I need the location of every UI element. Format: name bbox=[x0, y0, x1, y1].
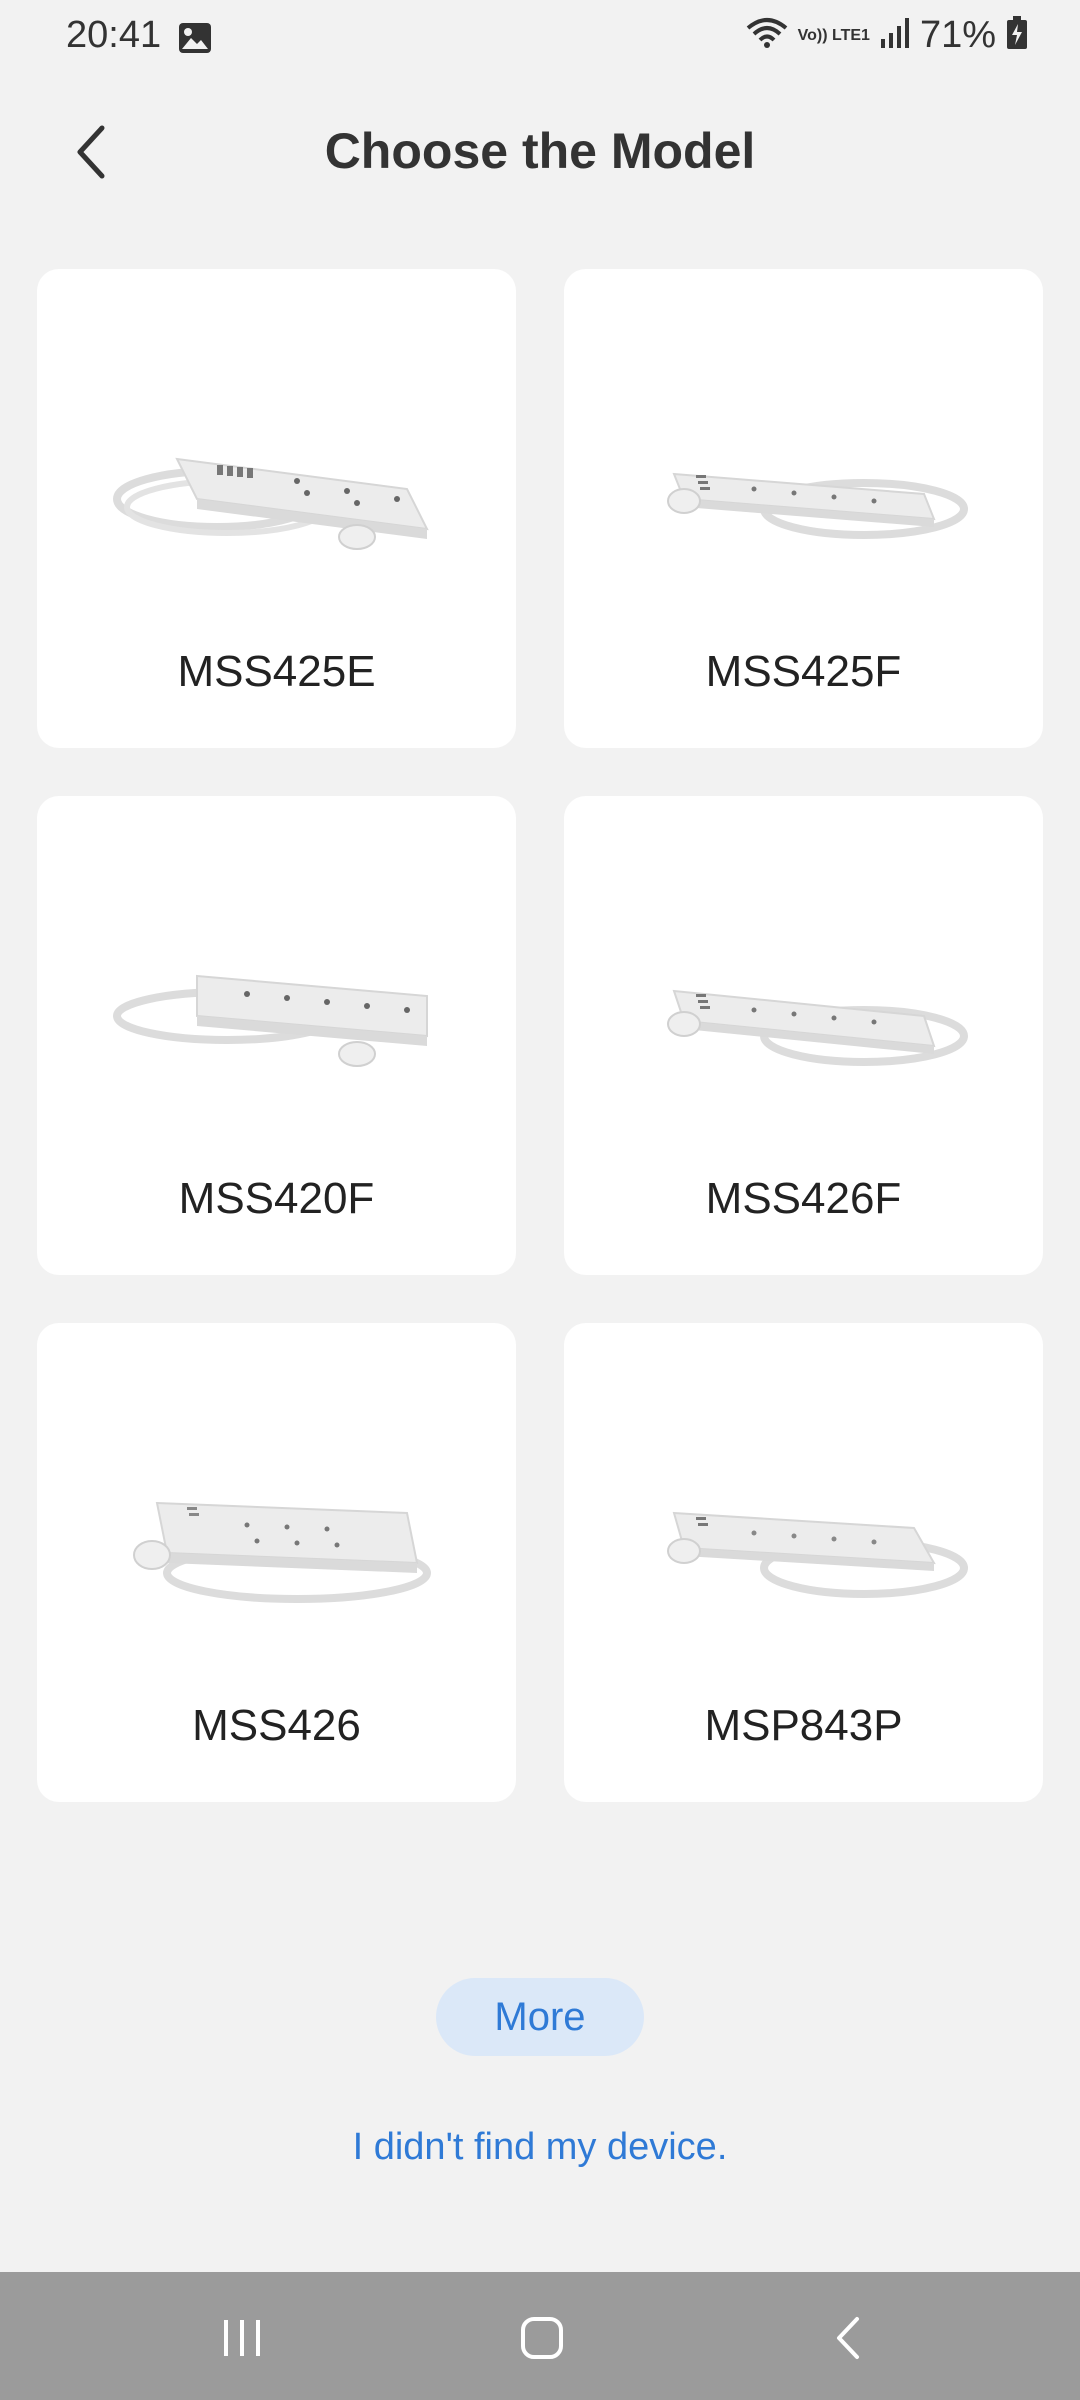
network-type-label: Vo)) LTE1 bbox=[797, 26, 870, 44]
page-title: Choose the Model bbox=[324, 123, 756, 179]
power-strip-image bbox=[667, 1511, 968, 1598]
more-button[interactable]: More bbox=[436, 1978, 644, 2056]
recents-icon bbox=[224, 2320, 260, 2356]
system-back-icon bbox=[837, 2317, 859, 2359]
home-button[interactable] bbox=[502, 2308, 582, 2368]
status-indicators: Vo)) LTE1 71% bbox=[746, 14, 1028, 57]
recents-button[interactable] bbox=[202, 2308, 282, 2368]
status-bar: 20:41 Vo)) LTE1 71% bbox=[0, 0, 1080, 80]
device-not-found-link[interactable]: I didn't find my device. bbox=[0, 2126, 1080, 2169]
home-icon bbox=[521, 2317, 563, 2359]
model-card-mss425e[interactable]: MSS425E bbox=[37, 269, 516, 748]
model-card-mss425f[interactable]: MSS425F bbox=[564, 269, 1043, 748]
model-card-mss420f[interactable]: MSS420F bbox=[37, 796, 516, 1275]
model-name: MSS426 bbox=[192, 1701, 361, 1750]
system-navigation-bar bbox=[0, 2272, 1080, 2400]
model-name: MSS426F bbox=[705, 1174, 902, 1223]
power-strip-image bbox=[667, 989, 968, 1066]
gallery-notification-icon bbox=[178, 22, 212, 59]
model-name: MSS425F bbox=[705, 647, 902, 696]
power-strip-image bbox=[133, 1501, 431, 1603]
power-strip-image bbox=[113, 457, 429, 550]
model-card-msp843p[interactable]: MSP843P bbox=[564, 1323, 1043, 1802]
model-card-mss426[interactable]: MSS426 bbox=[37, 1323, 516, 1802]
power-strip-image bbox=[667, 472, 968, 539]
system-back-button[interactable] bbox=[808, 2308, 888, 2368]
model-name: MSS420F bbox=[178, 1174, 375, 1223]
app-header: Choose the Model bbox=[0, 100, 1080, 204]
status-time: 20:41 bbox=[66, 14, 162, 56]
wifi-icon bbox=[746, 16, 788, 55]
model-card-mss426f[interactable]: MSS426F bbox=[564, 796, 1043, 1275]
signal-icon bbox=[880, 17, 910, 54]
power-strip-image bbox=[113, 974, 428, 1067]
model-name: MSS425E bbox=[177, 647, 376, 696]
model-name: MSP843P bbox=[704, 1701, 903, 1750]
battery-percent: 71% bbox=[919, 14, 996, 56]
battery-charging-icon bbox=[1006, 16, 1028, 55]
